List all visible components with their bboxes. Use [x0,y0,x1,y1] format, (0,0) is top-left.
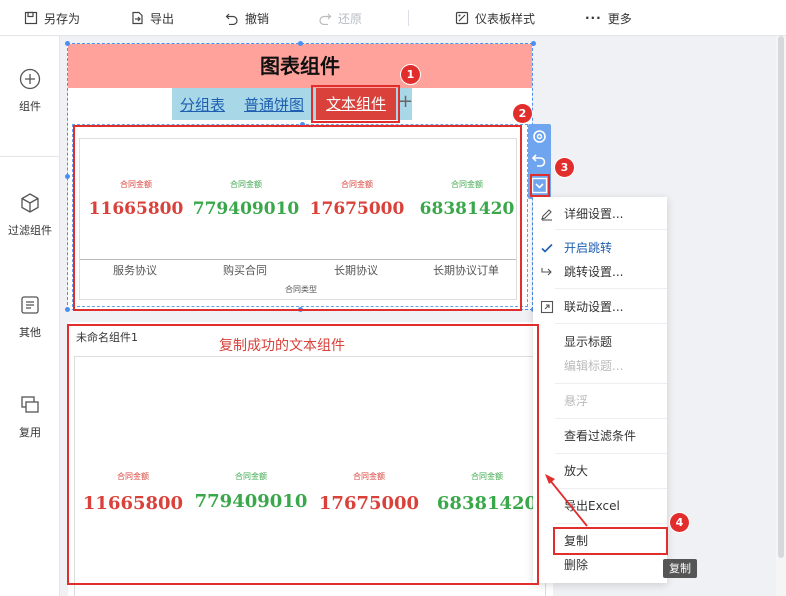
plus-circle-icon [19,68,41,90]
ellipsis-icon: ··· [585,11,602,25]
left-sidebar: 组件 过滤组件 其他 复用 [0,36,60,596]
resize-handle[interactable] [65,307,70,312]
save-icon [24,11,38,25]
highlight-box-tab [311,85,400,123]
save-as-button[interactable]: 另存为 [24,9,80,27]
menu-item-label: 放大 [564,464,589,478]
step-badge: 1 [401,65,420,84]
widget-context-menu: 详细设置... 开启跳转 跳转设置... 联动设置... 显示标题 编辑标题..… [533,197,667,583]
copy-stack-icon [21,396,39,413]
highlight-box-copied-widget [67,324,539,585]
check-icon [541,243,553,253]
step-badge: 3 [555,158,574,177]
highlight-box-dropdown [530,174,550,197]
copy-tooltip: 复制 [663,559,697,578]
save-as-label: 另存为 [44,11,81,26]
jump-icon [541,268,552,276]
menu-divider [555,323,667,324]
sidebar-divider [0,156,60,157]
undo-button[interactable]: 撤销 [225,9,269,27]
menu-item-view-filters[interactable]: 查看过滤条件 [533,425,667,447]
menu-item-label: 开启跳转 [564,241,613,255]
redo-label: 还原 [338,11,363,26]
menu-divider [555,523,667,524]
resize-handle[interactable] [298,41,303,46]
highlight-box-chart [73,125,522,311]
menu-divider [555,488,667,489]
menu-item-float: 悬浮 [533,390,667,412]
highlight-box-copy-item [553,527,668,555]
cube-icon [21,193,39,213]
menu-item-export-excel[interactable]: 导出Excel [533,495,667,517]
menu-item-linkage-settings[interactable]: 联动设置... [533,296,667,318]
redo-icon [319,13,332,25]
scrollbar-thumb[interactable] [778,36,784,558]
menu-item-label: 跳转设置... [564,265,624,279]
menu-item-label: 删除 [564,558,589,572]
resize-handle[interactable] [65,41,70,46]
menu-item-label: 显示标题 [564,335,613,349]
dashboard-style-label: 仪表板样式 [475,11,536,26]
step-badge: 2 [513,104,532,123]
menu-item-delete[interactable]: 删除 [533,554,667,576]
menu-item-label: 联动设置... [564,300,624,314]
sidebar-item-components[interactable]: 组件 [0,68,60,114]
more-button[interactable]: ··· 更多 [585,9,632,27]
sidebar-item-other[interactable]: 其他 [0,294,60,340]
menu-item-label: 编辑标题... [564,359,624,373]
top-toolbar: 另存为 导出 撤销 还原 仪表板样式 ··· 更多 [0,0,786,36]
sidebar-item-label: 组件 [19,100,41,113]
export-icon [132,11,143,25]
menu-divider [555,229,667,230]
menu-item-zoom[interactable]: 放大 [533,460,667,482]
export-label: 导出 [150,11,175,26]
menu-divider [555,418,667,419]
menu-item-detail-settings[interactable]: 详细设置... [533,203,667,225]
menu-item-label: 导出Excel [564,499,620,513]
sidebar-item-reuse[interactable]: 复用 [0,394,60,440]
more-label: 更多 [607,11,632,26]
settings-icon[interactable] [531,128,548,145]
menu-item-enable-jump[interactable]: 开启跳转 [533,237,667,259]
menu-item-show-title[interactable]: 显示标题 [533,331,667,353]
undo-arrow-icon[interactable] [531,152,548,169]
resize-handle[interactable] [65,174,70,179]
dashboard-style-button[interactable]: 仪表板样式 [455,9,535,27]
edit-icon [541,209,552,221]
menu-divider [555,383,667,384]
toolbar-divider [408,10,409,26]
menu-divider [555,453,667,454]
redo-button[interactable]: 还原 [318,9,362,27]
linkage-icon [540,300,554,314]
document-icon [21,296,39,314]
sidebar-item-label: 其他 [19,326,41,339]
undo-label: 撤销 [245,11,270,26]
palette-icon [455,11,469,25]
menu-item-label: 查看过滤条件 [564,429,637,443]
sidebar-item-label: 过滤组件 [8,224,52,237]
resize-handle[interactable] [531,41,536,46]
menu-item-edit-title: 编辑标题... [533,355,667,377]
step-badge: 4 [670,513,689,532]
undo-icon [225,13,238,25]
sidebar-item-label: 复用 [19,426,41,439]
menu-item-label: 悬浮 [564,394,589,408]
sidebar-item-filter-components[interactable]: 过滤组件 [0,192,60,238]
menu-item-label: 详细设置... [564,207,624,221]
menu-item-jump-settings[interactable]: 跳转设置... [533,261,667,283]
export-button[interactable]: 导出 [130,9,174,27]
menu-divider [555,288,667,289]
